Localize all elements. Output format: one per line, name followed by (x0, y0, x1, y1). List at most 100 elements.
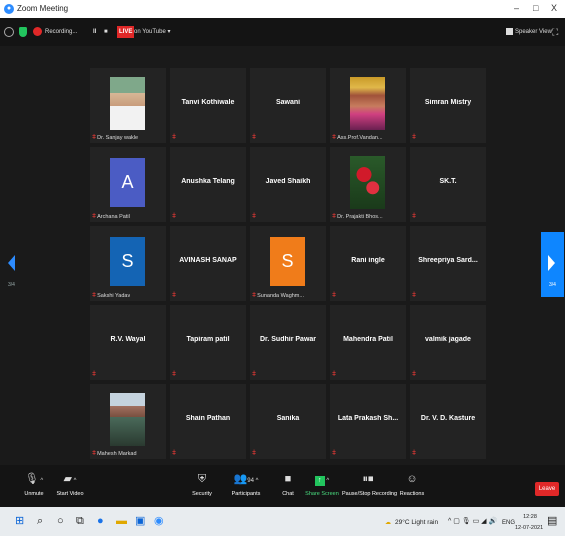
muted-mic-icon: ǂ (252, 292, 257, 299)
participant-tile[interactable]: Dr. V. D. Kasture ǂ (410, 384, 486, 459)
participants-icon: 👥94 ^ (233, 473, 259, 485)
chat-icon: ■ (284, 473, 292, 485)
muted-mic-icon: ǂ (92, 213, 97, 220)
microphone-muted-icon: 🎙 ^ (24, 473, 44, 485)
language-indicator[interactable]: ENG (502, 517, 515, 529)
share-screen-button[interactable]: ↑ ^ Share Screen (305, 470, 339, 497)
next-page-button[interactable]: 3/4 (541, 232, 564, 297)
shield-icon[interactable] (19, 27, 27, 37)
fullscreen-icon[interactable]: ⛶ (552, 26, 558, 38)
muted-mic-icon: ǂ (172, 292, 177, 299)
participant-name: Simran Mistry (424, 99, 472, 106)
participant-tile[interactable]: ǂMahesh Markad (90, 384, 166, 459)
participant-name: SK.T. (439, 178, 457, 185)
minimize-button[interactable]: – (514, 3, 519, 13)
muted-mic-icon: ǂ (412, 371, 417, 378)
unmute-button[interactable]: 🎙 ^ Unmute (16, 470, 52, 497)
muted-mic-icon: ǂ (332, 371, 337, 378)
participant-tile[interactable]: Shreepriya Sard... ǂ (410, 226, 486, 301)
prev-page-button[interactable]: 3/4 (0, 232, 23, 297)
store-icon[interactable]: ▣ (135, 515, 145, 527)
security-button[interactable]: ⛨ Security (188, 470, 216, 497)
participant-tile[interactable]: Sawani ǂ (250, 68, 326, 143)
participant-name: Dr. V. D. Kasture (420, 415, 476, 422)
participant-tile[interactable]: S ǂSakshi Yadav (90, 226, 166, 301)
participant-tile[interactable]: Tanvi Kothiwale ǂ (170, 68, 246, 143)
participant-tile[interactable]: Anushka Telang ǂ (170, 147, 246, 222)
participant-label: ǂArchana Patil (92, 213, 130, 220)
chevron-left-icon (8, 255, 15, 271)
pause-stop-recording-button[interactable]: ⏸⏹ Pause/Stop Recording (342, 470, 397, 497)
participant-tile[interactable]: ǂDr. Prajakti Bhos... (330, 147, 406, 222)
participant-name: Lata Prakash Sh... (337, 415, 399, 422)
leave-button[interactable]: Leave (535, 482, 559, 496)
task-view-icon[interactable]: ⧉ (76, 515, 84, 527)
participant-tile[interactable]: R.V. Wayal ǂ (90, 305, 166, 380)
muted-mic-icon: ǂ (332, 292, 337, 299)
start-video-button[interactable]: ▰ ^ Start Video (54, 470, 86, 497)
participant-name: R.V. Wayal (110, 336, 146, 343)
participant-tile[interactable]: Tapiram patil ǂ (170, 305, 246, 380)
participant-tile[interactable]: Simran Mistry ǂ (410, 68, 486, 143)
participant-photo (350, 77, 385, 130)
search-icon[interactable]: ⌕ (37, 515, 43, 527)
windows-start-icon[interactable]: ⊞ (15, 515, 24, 527)
zoom-taskbar-icon[interactable]: ◉ (154, 515, 164, 527)
pause-stop-icon: ⏸⏹ (362, 473, 374, 485)
participant-name: Javed Shaikh (265, 178, 311, 185)
muted-mic-icon: ǂ (172, 213, 177, 220)
participant-name: AVINASH SANAP (179, 257, 237, 264)
chat-button[interactable]: ■ Chat (278, 470, 298, 497)
file-explorer-icon[interactable]: ▬ (116, 515, 127, 527)
participant-tile[interactable]: Lata Prakash Sh... ǂ (330, 384, 406, 459)
participant-name: valmik jagade (425, 336, 471, 343)
speaker-view-button[interactable]: Speaker View (515, 26, 552, 38)
participant-tile[interactable]: S ǂSunanda Waghm... (250, 226, 326, 301)
participant-name: Tanvi Kothiwale (181, 99, 235, 106)
participant-label: ǂDr. Prajakti Bhos... (332, 213, 383, 220)
page-indicator: 3/4 (549, 282, 556, 288)
meeting-topbar: Recording... II ■ LIVE on YouTube ▾ Spea… (0, 18, 565, 46)
participant-tile[interactable]: valmik jagade ǂ (410, 305, 486, 380)
clock-date[interactable]: 12-07-2021 (515, 522, 543, 534)
participant-tile[interactable]: Javed Shaikh ǂ (250, 147, 326, 222)
muted-mic-icon: ǂ (172, 450, 177, 457)
participant-photo (110, 393, 145, 446)
recording-icon (33, 27, 42, 36)
reactions-button[interactable]: ☺ Reactions (399, 470, 425, 497)
participant-name: Sawani (275, 99, 301, 106)
participant-tile[interactable]: Shain Pathan ǂ (170, 384, 246, 459)
participant-avatar: S (110, 237, 145, 286)
participant-avatar: S (270, 237, 305, 286)
muted-mic-icon: ǂ (332, 134, 337, 141)
cortana-icon[interactable]: ○ (57, 515, 64, 527)
participant-label: ǂSunanda Waghm... (252, 292, 304, 299)
participant-tile[interactable]: Mahendra Patil ǂ (330, 305, 406, 380)
participant-tile[interactable]: ǂAss.Prof.Vandan... (330, 68, 406, 143)
tray-icons[interactable]: ^ ▢ 🎙 ▭ ◢ 🔊 (448, 516, 497, 528)
participant-tile[interactable]: AVINASH SANAP ǂ (170, 226, 246, 301)
live-target-dropdown[interactable]: on YouTube ▾ (134, 26, 171, 38)
edge-icon[interactable]: ● (97, 515, 104, 527)
info-icon[interactable] (4, 27, 14, 37)
close-button[interactable]: X (551, 3, 557, 13)
participant-tile[interactable]: ǂDr. Sanjay wakle (90, 68, 166, 143)
participant-label: ǂDr. Sanjay wakle (92, 134, 139, 141)
muted-mic-icon: ǂ (332, 450, 337, 457)
participant-name: Dr. Sudhir Pawar (259, 336, 317, 343)
muted-mic-icon: ǂ (252, 134, 257, 141)
stop-recording-button[interactable]: ■ (104, 26, 108, 38)
participant-tile[interactable]: Sanika ǂ (250, 384, 326, 459)
participant-tile[interactable]: Dr. Sudhir Pawar ǂ (250, 305, 326, 380)
participant-tile[interactable]: A ǂArchana Patil (90, 147, 166, 222)
participant-name: Shreepriya Sard... (418, 257, 478, 264)
participant-name: Sanika (276, 415, 300, 422)
participant-tile[interactable]: Rani ingle ǂ (330, 226, 406, 301)
muted-mic-icon: ǂ (172, 371, 177, 378)
notification-icon[interactable]: ▤ (547, 515, 557, 527)
maximize-button[interactable]: □ (533, 3, 538, 13)
muted-mic-icon: ǂ (252, 371, 257, 378)
participants-button[interactable]: 👥94 ^ Participants (226, 470, 266, 497)
participant-tile[interactable]: SK.T. ǂ (410, 147, 486, 222)
pause-recording-button[interactable]: II (93, 26, 96, 38)
